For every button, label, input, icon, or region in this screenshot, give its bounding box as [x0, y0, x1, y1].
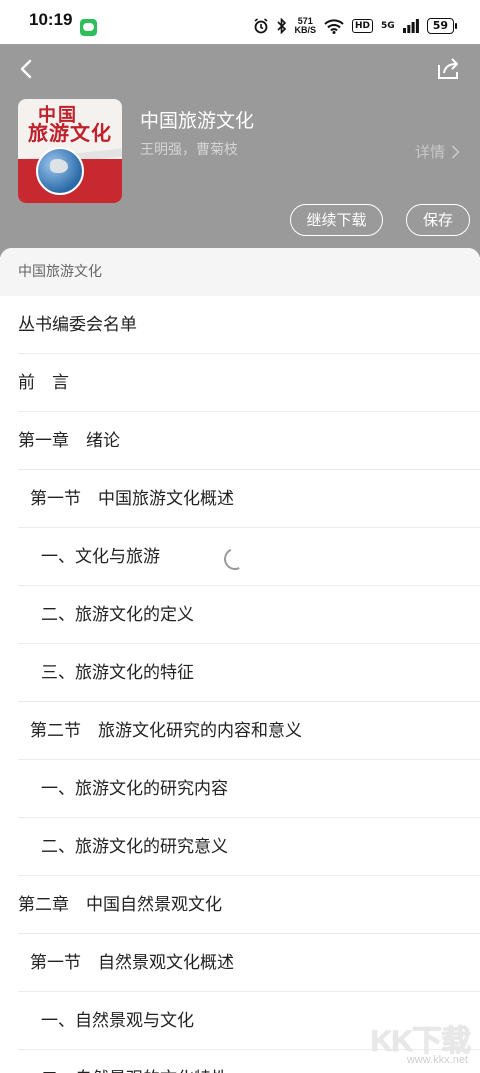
network-speed: 571 KB/S [295, 17, 317, 35]
share-button[interactable] [436, 56, 462, 82]
toc-item[interactable]: 第二节 旅游文化研究的内容和意义 [0, 702, 480, 760]
toc-item[interactable]: 丛书编委会名单 [0, 296, 480, 354]
toc-item[interactable]: 二、旅游文化的定义 [0, 586, 480, 644]
wifi-icon [324, 18, 344, 34]
bluetooth-icon [276, 18, 286, 34]
toc-list: 丛书编委会名单 前 言 第一章 绪论 第一节 中国旅游文化概述 一、文化与旅游 … [0, 296, 480, 1073]
save-button[interactable]: 保存 [406, 204, 470, 236]
network-speed-unit: KB/S [294, 25, 317, 35]
cover-title-line2: 旅游文化 [28, 121, 112, 145]
detail-link[interactable]: 详情 [415, 141, 460, 162]
detail-label: 详情 [414, 143, 445, 161]
status-icons: 571 KB/S HD 5G 59 [253, 17, 458, 35]
toc-item[interactable]: 第二章 中国自然景观文化 [0, 876, 480, 934]
book-header: 中国 旅游文化 中国旅游文化 王明强，曹菊枝 详情 继续下载 保存 [0, 44, 480, 257]
watermark: KK下载 www.kkx.net [354, 1014, 474, 1070]
toc-item[interactable]: 第一章 绪论 [0, 412, 480, 470]
toc-item[interactable]: 第一节 中国旅游文化概述 [0, 470, 480, 528]
signal-icon [402, 19, 419, 33]
watermark-url: www.kkx.net [406, 1054, 468, 1066]
status-time: 10:19 [29, 10, 73, 29]
book-author: 王明强，曹菊枝 [140, 142, 238, 158]
toc-item[interactable]: 前 言 [0, 354, 480, 412]
toc-item[interactable]: 一、旅游文化的研究内容 [0, 760, 480, 818]
toc-item[interactable]: 二、旅游文化的研究意义 [0, 818, 480, 876]
book-cover[interactable]: 中国 旅游文化 [18, 99, 122, 203]
alarm-icon [254, 18, 267, 34]
back-button[interactable] [14, 56, 42, 84]
continue-download-button[interactable]: 继续下载 [290, 204, 383, 236]
globe-icon [36, 147, 84, 195]
toc-item[interactable]: 第一节 自然景观文化概述 [0, 934, 480, 992]
toc-heading: 中国旅游文化 [0, 248, 480, 296]
share-icon [438, 58, 458, 79]
chevron-left-icon [20, 59, 32, 79]
chat-app-icon [80, 19, 97, 36]
battery-indicator: 59 [426, 18, 458, 34]
book-title: 中国旅游文化 [140, 110, 255, 132]
toc-item[interactable]: 三、旅游文化的特征 [0, 644, 480, 702]
signal-type: 5G [381, 21, 395, 31]
hd-badge: HD [352, 19, 374, 33]
toc-sheet: 中国旅游文化 丛书编委会名单 前 言 第一章 绪论 第一节 中国旅游文化概述 一… [0, 248, 480, 1073]
chevron-right-icon [451, 144, 460, 159]
status-bar: 10:19 571 KB/S HD 5G 59 [0, 0, 480, 44]
